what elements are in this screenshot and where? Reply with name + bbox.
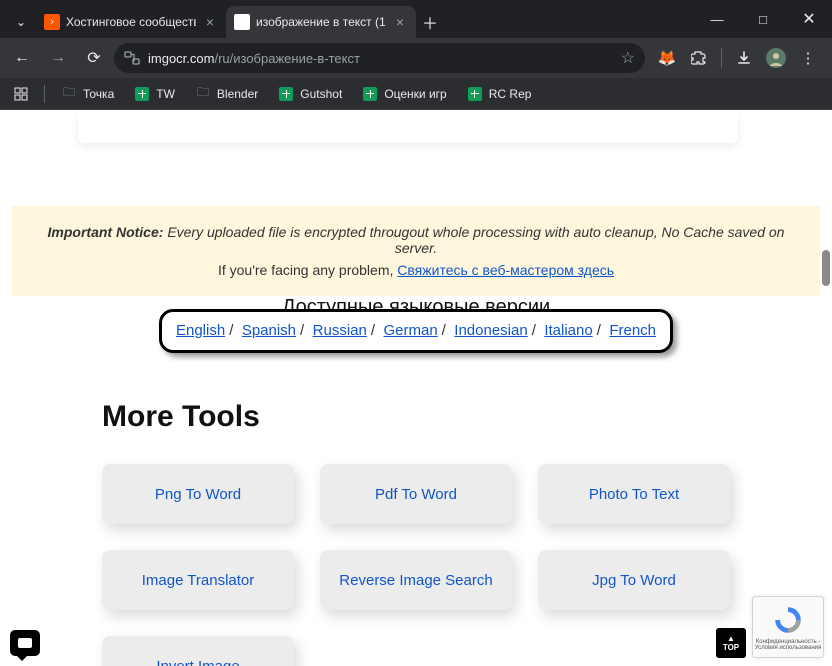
new-tab-button[interactable]: ＋ [416,8,444,36]
url-text: imgocr.com/ru/изображение-в-текст [148,51,613,66]
lang-separator: / [593,322,605,339]
top-label: TOP [723,643,739,652]
lang-link-french[interactable]: French [609,322,656,339]
tool-card[interactable]: Image Translator [102,550,294,610]
lang-separator: / [225,322,237,339]
bookmarks-bar: 🗀 Точка TW 🗀 Blender Gutshot Оценки игр RC… [0,78,832,110]
sheets-icon [278,86,294,102]
language-versions-section: Доступные языковые версии English/ Spani… [0,296,832,365]
bookmark-label: Gutshot [300,87,342,101]
bookmark-star-icon[interactable]: ☆ [621,48,635,68]
browser-toolbar: ← → ⟳ imgocr.com/ru/изображение-в-текст … [0,38,832,78]
contact-webmaster-link[interactable]: Свяжитесь с веб-мастером здесь [397,262,614,278]
downloads-icon[interactable] [730,44,758,72]
bookmark-label: Blender [217,87,258,101]
close-tab-icon[interactable]: × [392,14,408,30]
tool-card[interactable]: Reverse Image Search [320,550,512,610]
lang-separator: / [438,322,450,339]
recaptcha-badge[interactable]: Конфиденциальность - Условия использован… [752,596,824,658]
bookmark-item[interactable]: Оценки игр [354,82,454,106]
sheets-icon [467,86,483,102]
tab-strip: ⌄ › Хостинговое сообщество «Tim × изобра… [0,0,444,38]
bookmark-item[interactable]: Gutshot [270,82,350,106]
tab-search-button[interactable]: ⌄ [6,7,36,37]
lang-link-english[interactable]: English [176,322,225,339]
chat-widget-button[interactable] [10,630,40,656]
tool-link[interactable]: Invert Image [156,658,239,666]
extension-icon[interactable]: 🦊 [653,44,681,72]
tool-link[interactable]: Reverse Image Search [339,572,492,589]
close-window-button[interactable]: ✕ [786,0,832,38]
recaptcha-text: Условия использования [755,645,822,651]
lang-link-italiano[interactable]: Italiano [544,322,592,339]
lang-separator: / [367,322,379,339]
folder-icon: 🗀 [61,86,77,102]
address-bar[interactable]: imgocr.com/ru/изображение-в-текст ☆ [114,43,645,73]
bookmark-label: Оценки игр [384,87,446,101]
bookmark-item[interactable]: 🗀 Blender [187,82,266,106]
recaptcha-icon [772,604,804,636]
sheets-icon [362,86,378,102]
lang-separator: / [528,322,540,339]
tool-link[interactable]: Photo To Text [589,486,679,503]
close-tab-icon[interactable]: × [202,14,218,30]
extensions-area: 🦊 ⋮ [649,44,826,72]
more-tools-section: More Tools Png To Word Pdf To Word Photo… [102,400,730,666]
tab-title: Хостинговое сообщество «Tim [66,15,196,29]
tool-link[interactable]: Pdf To Word [375,486,457,503]
lang-link-german[interactable]: German [383,322,437,339]
lang-link-spanish[interactable]: Spanish [242,322,296,339]
extensions-menu-icon[interactable] [685,44,713,72]
upload-card [78,110,738,143]
reload-button[interactable]: ⟳ [78,42,110,74]
back-button[interactable]: ← [6,42,38,74]
bookmark-label: TW [156,87,175,101]
bookmark-label: RC Rep [489,87,532,101]
window-controls: ― □ ✕ [694,0,832,38]
bookmark-label: Точка [83,87,114,101]
lang-separator: / [296,322,308,339]
bookmark-separator [44,85,45,103]
bookmark-item[interactable]: TW [126,82,183,106]
tool-card[interactable]: Invert Image [102,636,294,666]
lang-link-indonesian[interactable]: Indonesian [454,322,527,339]
notice-line2-prefix: If you're facing any problem, [218,262,397,278]
sheets-icon [134,86,150,102]
up-arrow-icon: ▲ [727,634,735,643]
lang-link-russian[interactable]: Russian [313,322,367,339]
notice-label: Important Notice: [48,224,164,240]
more-tools-title: More Tools [102,400,730,434]
scroll-to-top-button[interactable]: ▲ TOP [716,628,746,658]
tool-card[interactable]: Jpg To Word [538,550,730,610]
page-content: Important Notice: Every uploaded file is… [0,110,832,666]
language-box: English/ Spanish/ Russian/ German/ Indon… [159,309,673,353]
minimize-button[interactable]: ― [694,0,740,38]
browser-tab[interactable]: › Хостинговое сообщество «Tim × [36,6,226,38]
browser-tab-active[interactable]: изображение в текст (100% то × [226,6,416,38]
site-info-icon[interactable] [124,51,140,65]
apps-grid-icon[interactable] [6,83,36,105]
forward-button[interactable]: → [42,42,74,74]
scrollbar-thumb[interactable] [822,250,830,286]
important-notice: Important Notice: Every uploaded file is… [12,206,820,296]
site-favicon-icon: › [44,14,60,30]
maximize-button[interactable]: □ [740,0,786,38]
toolbar-divider [721,48,722,68]
tab-title: изображение в текст (100% то [256,15,386,29]
tools-grid: Png To Word Pdf To Word Photo To Text Im… [102,464,730,666]
notice-text: Every uploaded file is encrypted througo… [167,224,784,256]
bookmark-item[interactable]: RC Rep [459,82,540,106]
tool-link[interactable]: Png To Word [155,486,241,503]
tool-link[interactable]: Jpg To Word [592,572,676,589]
browser-menu-icon[interactable]: ⋮ [794,44,822,72]
tool-card[interactable]: Png To Word [102,464,294,524]
folder-icon: 🗀 [195,86,211,102]
profile-avatar[interactable] [762,44,790,72]
tool-link[interactable]: Image Translator [142,572,255,589]
site-favicon-icon [234,14,250,30]
window-titlebar: ⌄ › Хостинговое сообщество «Tim × изобра… [0,0,832,38]
tool-card[interactable]: Pdf To Word [320,464,512,524]
bookmark-item[interactable]: 🗀 Точка [53,82,122,106]
tool-card[interactable]: Photo To Text [538,464,730,524]
